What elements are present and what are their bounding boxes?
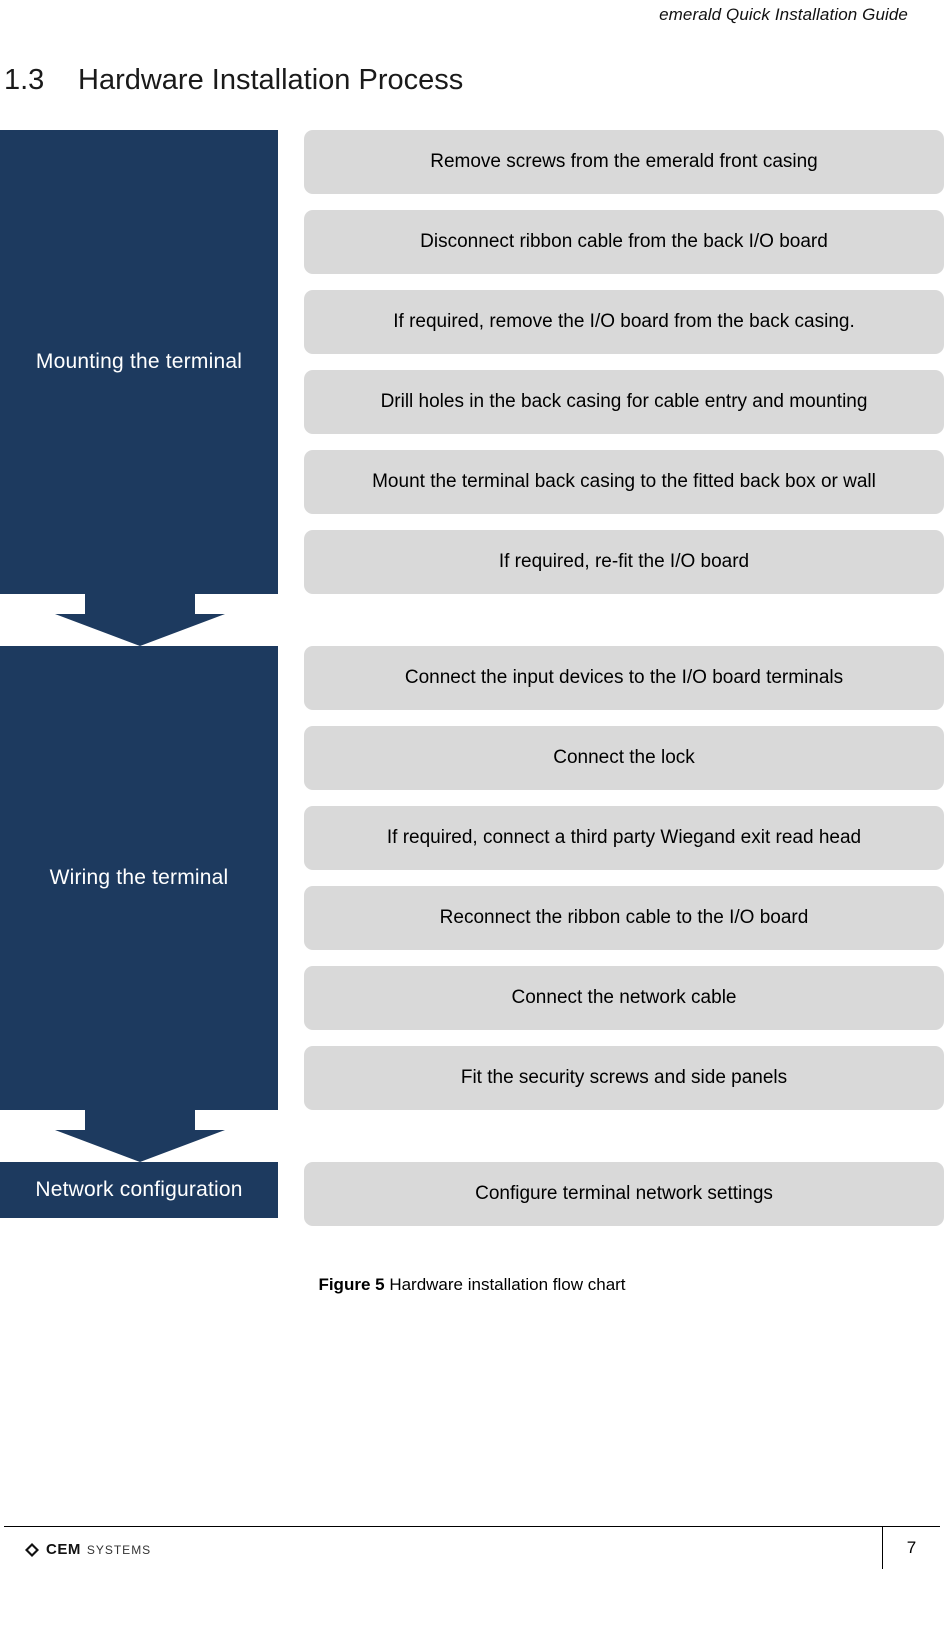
flow-stage-network: Network configuration Configure terminal… bbox=[0, 1162, 944, 1226]
figure-caption: Figure 5 Hardware installation flow char… bbox=[0, 1275, 944, 1295]
logo-text-cem: CEM bbox=[46, 1541, 81, 1558]
step-box: If required, re-fit the I/O board bbox=[304, 530, 944, 594]
step-box: Drill holes in the back casing for cable… bbox=[304, 370, 944, 434]
step-box: If required, remove the I/O board from t… bbox=[304, 290, 944, 354]
page-title: 1.3 Hardware Installation Process bbox=[4, 64, 463, 97]
cem-diamond-icon bbox=[24, 1542, 40, 1558]
step-box: Fit the security screws and side panels bbox=[304, 1046, 944, 1110]
stage-steps-wiring: Connect the input devices to the I/O boa… bbox=[278, 646, 944, 1110]
page-footer: CEM SYSTEMS 7 bbox=[4, 1526, 940, 1569]
flow-stage-mounting: Mounting the terminal Remove screws from… bbox=[0, 130, 944, 646]
figure-caption-text: Hardware installation flow chart bbox=[389, 1275, 626, 1294]
step-box: Disconnect ribbon cable from the back I/… bbox=[304, 210, 944, 274]
stage-row: Network configuration Configure terminal… bbox=[0, 1162, 944, 1226]
running-header-title: emerald Quick Installation Guide bbox=[659, 5, 908, 24]
cem-systems-logo: CEM SYSTEMS bbox=[24, 1541, 151, 1558]
footer-inner: CEM SYSTEMS 7 bbox=[4, 1527, 940, 1569]
page-header: emerald Quick Installation Guide bbox=[0, 0, 944, 30]
flow-connector-2 bbox=[0, 1110, 278, 1162]
figure-label: Figure 5 bbox=[318, 1275, 385, 1294]
flow-connector-1 bbox=[0, 594, 278, 646]
stage-label-mounting: Mounting the terminal bbox=[0, 130, 278, 594]
down-arrow-icon bbox=[55, 594, 225, 646]
flow-stage-wiring: Wiring the terminal Connect the input de… bbox=[0, 646, 944, 1162]
page-number: 7 bbox=[882, 1527, 940, 1569]
stage-label-network: Network configuration bbox=[0, 1162, 278, 1218]
step-box: Remove screws from the emerald front cas… bbox=[304, 130, 944, 194]
section-title: Hardware Installation Process bbox=[78, 64, 464, 96]
step-box: Connect the input devices to the I/O boa… bbox=[304, 646, 944, 710]
step-box: If required, connect a third party Wiega… bbox=[304, 806, 944, 870]
step-box: Mount the terminal back casing to the fi… bbox=[304, 450, 944, 514]
stage-row: Mounting the terminal Remove screws from… bbox=[0, 130, 944, 594]
stage-steps-mounting: Remove screws from the emerald front cas… bbox=[278, 130, 944, 594]
step-box: Connect the network cable bbox=[304, 966, 944, 1030]
hardware-installation-flowchart: Mounting the terminal Remove screws from… bbox=[0, 130, 944, 1226]
step-box: Reconnect the ribbon cable to the I/O bo… bbox=[304, 886, 944, 950]
stage-row: Wiring the terminal Connect the input de… bbox=[0, 646, 944, 1110]
step-box: Connect the lock bbox=[304, 726, 944, 790]
logo-text-systems: SYSTEMS bbox=[86, 1542, 152, 1557]
down-arrow-icon bbox=[55, 1110, 225, 1162]
stage-steps-network: Configure terminal network settings bbox=[278, 1162, 944, 1226]
stage-label-wiring: Wiring the terminal bbox=[0, 646, 278, 1110]
section-number: 1.3 bbox=[4, 64, 45, 96]
step-box: Configure terminal network settings bbox=[304, 1162, 944, 1226]
